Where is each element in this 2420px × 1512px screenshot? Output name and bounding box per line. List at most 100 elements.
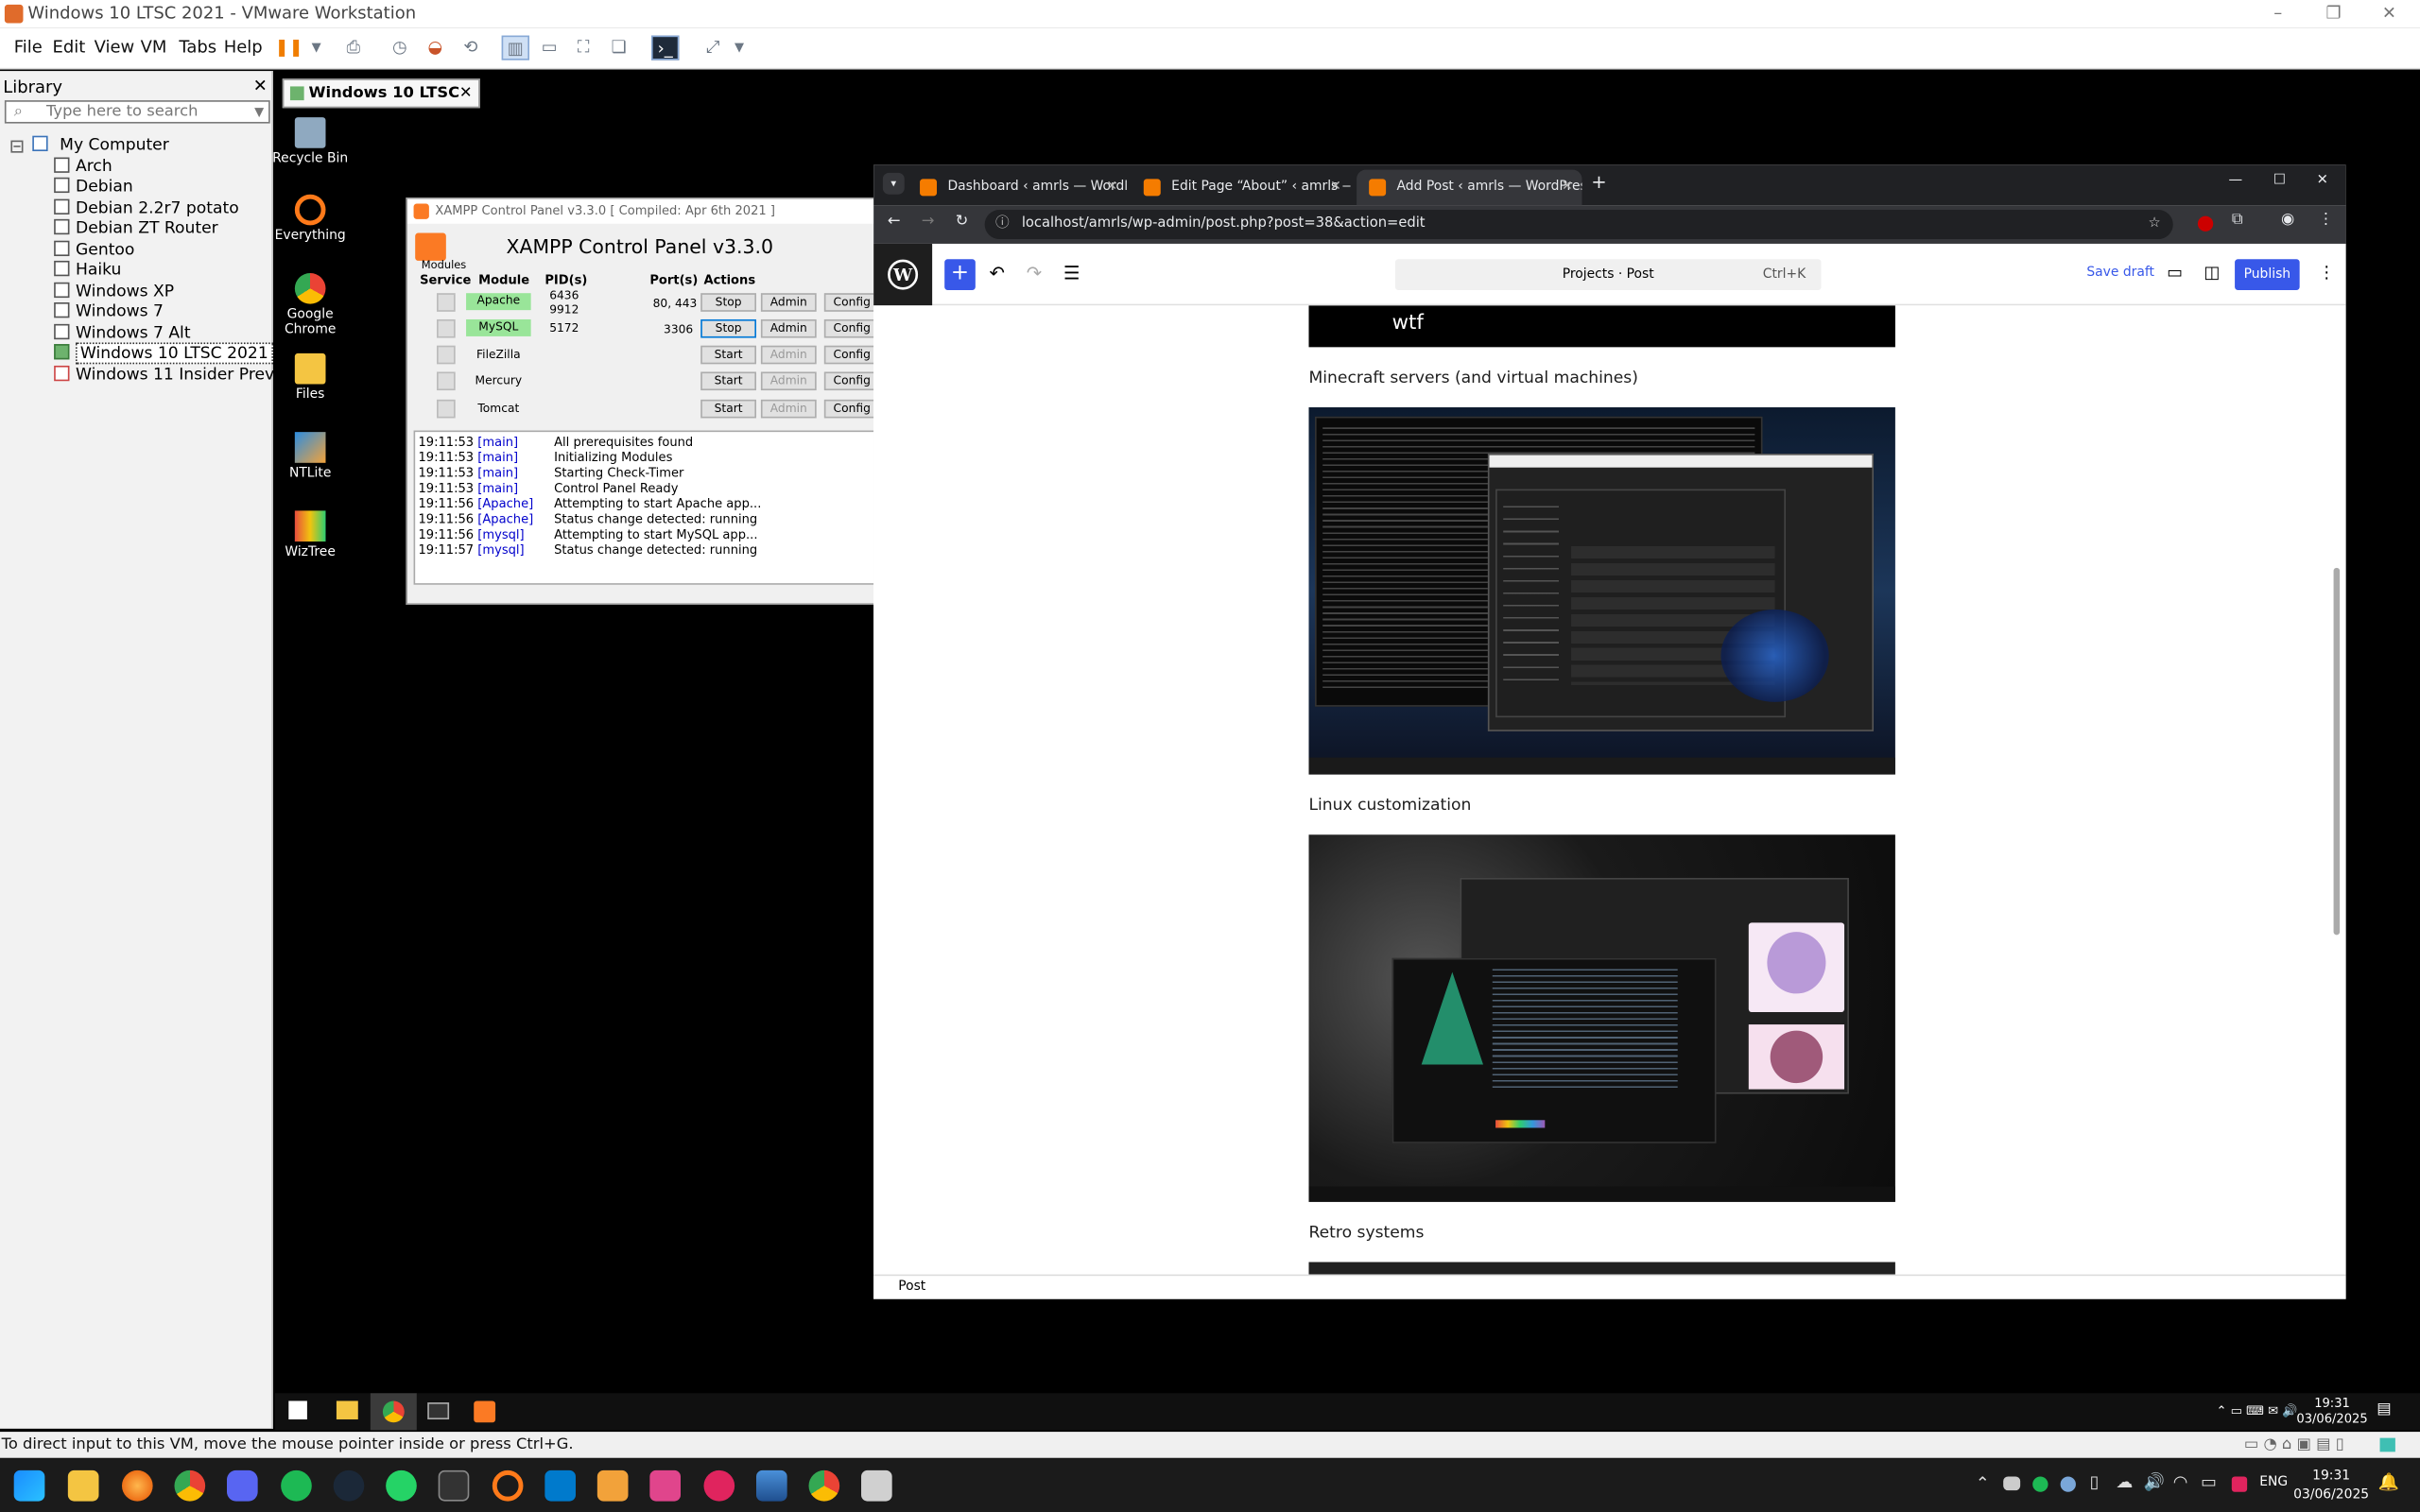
save-draft-button[interactable]: Save draft xyxy=(2086,266,2154,281)
menu-tabs[interactable]: Tabs xyxy=(179,37,216,57)
forward-icon[interactable]: → xyxy=(922,213,935,230)
vm-tab[interactable]: Windows 10 LTSC 2021 ✕ xyxy=(282,78,480,129)
filezilla-config-button[interactable]: Config xyxy=(823,345,875,365)
tab-close-icon[interactable]: ✕ xyxy=(1330,170,1341,206)
menu-help[interactable]: Help xyxy=(224,37,263,57)
wp-editor-canvas[interactable]: wtf Minecraft servers (and virtual machi… xyxy=(873,305,2346,1275)
mysql-admin-button[interactable]: Admin xyxy=(760,318,817,338)
vm-item-debian[interactable]: Debian xyxy=(54,177,133,198)
preview-icon[interactable]: ▭ xyxy=(2167,263,2183,283)
photos-icon[interactable] xyxy=(755,1469,787,1502)
heading-retro[interactable]: Retro systems xyxy=(1308,1224,1424,1243)
notification-bell-icon[interactable]: 🔔 xyxy=(2378,1472,2399,1492)
editor-scrollbar[interactable] xyxy=(2333,567,2341,936)
windows-start-icon[interactable] xyxy=(13,1469,45,1502)
spotify-icon[interactable] xyxy=(281,1469,312,1502)
desktop-icon-ntlite[interactable]: NTLite xyxy=(271,432,349,481)
document-overview-icon[interactable]: ☰ xyxy=(1063,263,1080,284)
chrome-menu-icon[interactable]: ⋮ xyxy=(2318,212,2333,229)
tray-red-icon[interactable] xyxy=(2231,1476,2248,1492)
discord-tray-icon[interactable] xyxy=(2003,1476,2021,1491)
device-icons[interactable]: ▭ ◔ ⌂ ▣ ▤ ▯ xyxy=(2244,1432,2344,1458)
vm-item-windows-10-ltsc[interactable]: Windows 10 LTSC 2021 xyxy=(54,342,273,365)
unity-icon[interactable]: ❏ xyxy=(605,36,632,60)
url-input[interactable]: ⓘ localhost/amrls/wp-admin/post.php?post… xyxy=(984,210,2173,240)
heading-linux[interactable]: Linux customization xyxy=(1308,796,1471,815)
desktop-icon-everything[interactable]: Everything xyxy=(271,194,349,244)
mysql-config-button[interactable]: Config xyxy=(823,318,875,338)
menu-vm[interactable]: VM xyxy=(141,37,167,57)
service-checkbox[interactable] xyxy=(437,318,456,338)
vm-item-gentoo[interactable]: Gentoo xyxy=(54,240,134,261)
redo-icon[interactable]: ↷ xyxy=(1027,263,1042,284)
site-info-icon[interactable]: ⓘ xyxy=(995,210,1010,239)
image-retro[interactable] xyxy=(1308,1262,1895,1275)
spotify-tray-icon[interactable] xyxy=(2032,1476,2048,1492)
wifi-icon[interactable]: ◠ xyxy=(2173,1472,2188,1492)
chrome-maximize-icon[interactable]: ☐ xyxy=(2273,173,2286,188)
tab-close-icon[interactable]: ✕ xyxy=(1562,170,1573,206)
profile-icon[interactable]: ◉ xyxy=(2281,212,2294,229)
terminal-taskbar-icon[interactable] xyxy=(427,1402,450,1420)
app-hexagon-icon[interactable] xyxy=(703,1469,735,1502)
xampp-log[interactable]: 19:11:53 [main] All prerequisites found 1… xyxy=(413,430,875,585)
mysql-stop-button[interactable]: Stop xyxy=(700,318,756,338)
vmware-icon[interactable] xyxy=(596,1469,629,1502)
apache-admin-button[interactable]: Admin xyxy=(760,293,817,312)
console-view-icon[interactable]: ›_ xyxy=(650,35,680,60)
battery-icon[interactable]: ▭ xyxy=(2201,1472,2217,1492)
minimize-icon[interactable]: – xyxy=(2256,0,2300,27)
new-tab-icon[interactable]: + xyxy=(1591,171,1606,193)
pause-icon[interactable]: ❚❚ xyxy=(275,36,303,60)
desktop-icon-chrome[interactable]: Google Chrome xyxy=(271,272,349,338)
vm-item-windows-7[interactable]: Windows 7 xyxy=(54,302,164,322)
maximize-icon[interactable]: ❐ xyxy=(2312,0,2356,27)
tab-edit-page[interactable]: Edit Page “About” ‹ amrls — W✕ xyxy=(1132,170,1351,206)
file-explorer-icon[interactable] xyxy=(336,1400,358,1420)
library-close-icon[interactable]: ✕ xyxy=(253,76,268,95)
bookmark-app-icon[interactable] xyxy=(649,1469,681,1502)
heading-minecraft[interactable]: Minecraft servers (and virtual machines) xyxy=(1308,369,1637,387)
tomcat-config-button[interactable]: Config xyxy=(823,399,875,419)
command-palette-button[interactable]: Projects · Post Ctrl+K xyxy=(1394,259,1822,290)
tab-dashboard[interactable]: Dashboard ‹ amrls — WordPress✕ xyxy=(908,170,1127,206)
snapshot-manager-icon[interactable]: ⟲ xyxy=(457,36,484,60)
filezilla-admin-button[interactable]: Admin xyxy=(760,345,817,365)
mercury-start-button[interactable]: Start xyxy=(700,371,756,391)
apache-config-button[interactable]: Config xyxy=(823,293,875,312)
close-icon[interactable]: ✕ xyxy=(2367,0,2411,27)
bookmark-star-icon[interactable]: ☆ xyxy=(2149,210,2161,239)
menu-edit[interactable]: Edit xyxy=(53,37,86,57)
undo-icon[interactable]: ↶ xyxy=(990,263,1005,284)
chrome-taskbar-icon[interactable] xyxy=(382,1400,405,1423)
service-checkbox[interactable] xyxy=(437,345,456,365)
vm-item-haiku[interactable]: Haiku xyxy=(54,260,121,281)
tree-root[interactable]: − My Computer xyxy=(10,135,169,156)
mercury-admin-button[interactable]: Admin xyxy=(760,371,817,391)
tab-close-icon[interactable]: ✕ xyxy=(1106,170,1117,206)
image-minecraft[interactable] xyxy=(1308,407,1895,775)
cover-block[interactable]: wtf xyxy=(1308,305,1895,348)
tab-search-icon[interactable]: ▾ xyxy=(882,172,905,195)
desktop-icon-recycle-bin[interactable]: Recycle Bin xyxy=(271,117,349,166)
vm-tab-close-icon[interactable]: ✕ xyxy=(459,80,473,107)
vm-item-windows-xp[interactable]: Windows XP xyxy=(54,282,174,302)
extensions-puzzle-icon[interactable]: ⧉ xyxy=(2232,212,2243,229)
chrome-close-icon[interactable]: ✕ xyxy=(2317,173,2328,188)
service-checkbox[interactable] xyxy=(437,399,456,419)
vm-item-arch[interactable]: Arch xyxy=(54,157,112,178)
thumbnail-bar-icon[interactable]: ▭ xyxy=(536,36,563,60)
everything-search-icon[interactable] xyxy=(492,1469,524,1502)
whatsapp-icon[interactable] xyxy=(386,1469,417,1502)
tray-app-icon[interactable]: ▯ xyxy=(2090,1472,2100,1492)
desktop-icon-files[interactable]: Files xyxy=(271,352,349,403)
menu-file[interactable]: File xyxy=(14,37,43,57)
settings-sidebar-icon[interactable]: ◫ xyxy=(2204,263,2220,283)
firefox-icon[interactable] xyxy=(121,1469,153,1502)
service-checkbox[interactable] xyxy=(437,293,456,312)
send-keys-icon[interactable]: ⎙ xyxy=(339,36,367,60)
full-screen-icon[interactable]: ⛶ xyxy=(569,36,596,60)
message-log-icon[interactable] xyxy=(2379,1437,2395,1452)
revert-snapshot-icon[interactable]: ◒ xyxy=(422,36,449,60)
tomcat-start-button[interactable]: Start xyxy=(700,399,756,419)
